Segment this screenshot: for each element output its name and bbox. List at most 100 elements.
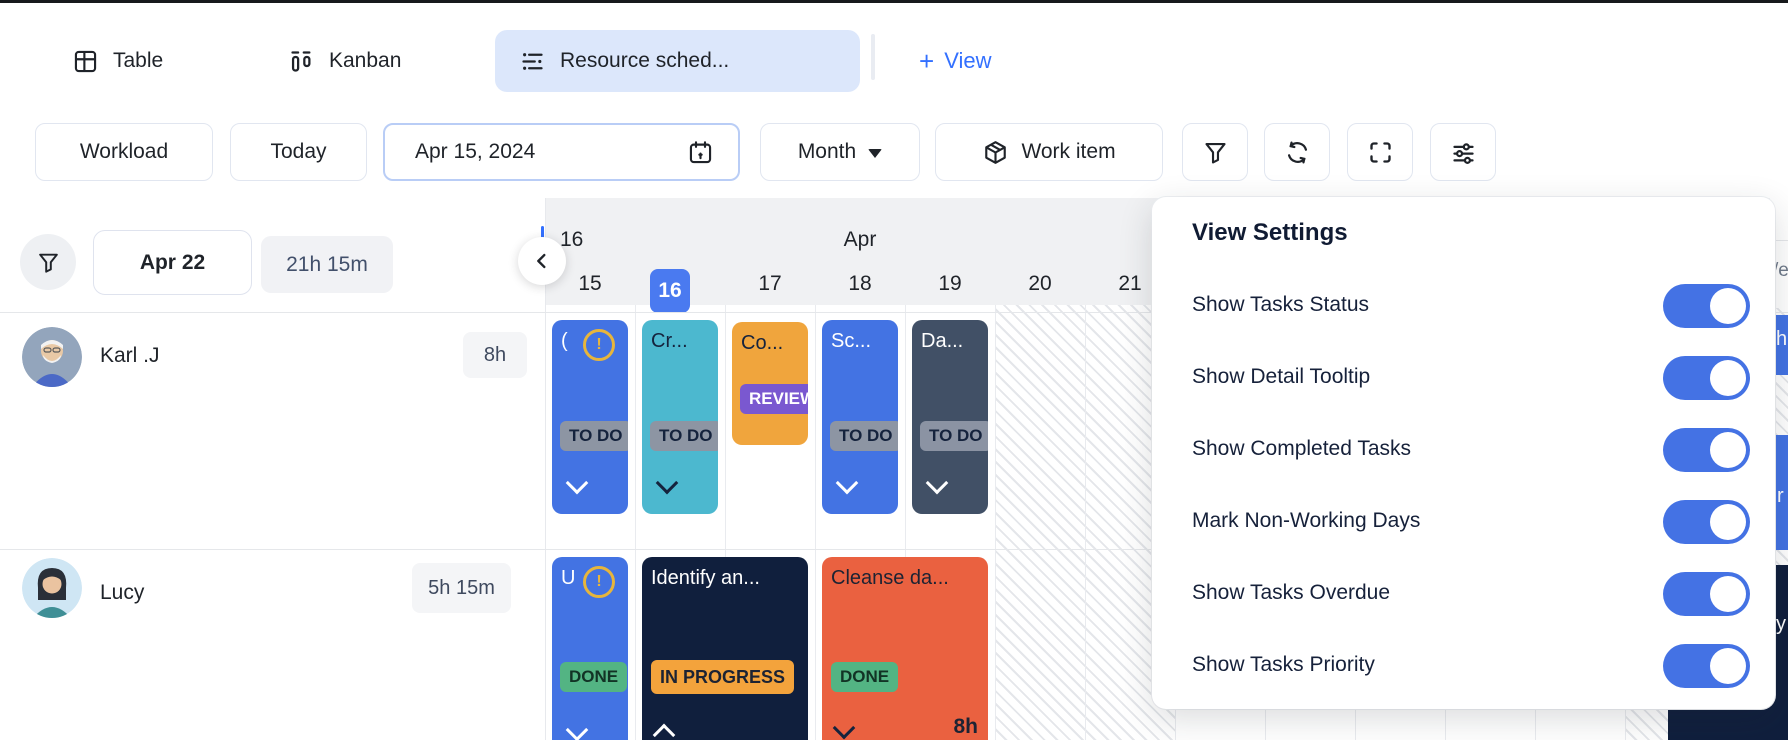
overdue-warning-icon: ! — [583, 329, 615, 361]
expand-chevron-icon[interactable] — [566, 719, 589, 740]
resource-name: Karl .J — [100, 344, 160, 368]
range-selector-value: Month — [798, 140, 856, 164]
toggle-knob — [1710, 504, 1746, 540]
day-label-20[interactable]: 20 — [995, 272, 1085, 296]
task-title: Identify an... — [651, 567, 760, 590]
expand-chevron-icon[interactable] — [833, 717, 856, 740]
task-card[interactable]: Identify an... IN PROGRESS — [642, 557, 808, 740]
task-title: r — [1777, 485, 1784, 508]
view-settings-button[interactable] — [1430, 123, 1496, 181]
edge-text-fragment: /e — [1773, 260, 1788, 282]
add-view-button[interactable]: + View — [905, 30, 1005, 92]
status-badge: DONE — [831, 662, 898, 692]
grid-line — [635, 305, 636, 740]
priority-badge: REVIEW — [740, 384, 808, 414]
week-jump-button[interactable]: Apr 22 — [93, 230, 252, 295]
resource-schedule-icon — [519, 48, 546, 75]
work-item-button[interactable]: Work item — [935, 123, 1163, 181]
task-title: y — [1776, 613, 1786, 636]
toggle-show-tasks-status[interactable] — [1663, 284, 1750, 328]
grid-line — [1085, 305, 1086, 740]
overdue-warning-icon: ! — [583, 566, 615, 598]
collapse-panel-button[interactable] — [518, 237, 566, 285]
today-label: Today — [270, 140, 326, 164]
avatar-lucy[interactable] — [22, 558, 82, 618]
day-label-17[interactable]: 17 — [725, 272, 815, 296]
expand-chevron-icon[interactable] — [566, 472, 589, 495]
toggle-show-tasks-priority[interactable] — [1663, 644, 1750, 688]
resource-scheduler-app: Table Kanban Resource sched... + View Wo… — [0, 0, 1788, 740]
total-hours-badge: 21h 15m — [261, 236, 393, 293]
refresh-icon — [1284, 139, 1311, 166]
chevron-left-icon — [531, 250, 553, 272]
tab-resource-schedule[interactable]: Resource sched... — [495, 30, 860, 92]
toggle-knob — [1710, 648, 1746, 684]
task-title: Co... — [741, 332, 783, 355]
status-badge: TO DO — [560, 421, 628, 451]
task-card[interactable]: Cr... TO DO — [642, 320, 718, 514]
toggle-knob — [1710, 288, 1746, 324]
tab-table[interactable]: Table — [48, 30, 187, 92]
task-title: Cleanse da... — [831, 567, 949, 590]
task-card[interactable]: Cleanse da... DONE 8h — [822, 557, 988, 740]
filter-button[interactable] — [1182, 123, 1248, 181]
day-label-19[interactable]: 19 — [905, 272, 995, 296]
kanban-icon — [288, 48, 315, 75]
setting-label-show-tasks-status: Show Tasks Status — [1192, 293, 1369, 317]
day-label-16-selected[interactable]: 16 — [650, 269, 690, 313]
setting-label-show-detail-tooltip: Show Detail Tooltip — [1192, 365, 1370, 389]
expand-chevron-icon[interactable] — [836, 472, 859, 495]
toggle-mark-non-working-days[interactable] — [1663, 500, 1750, 544]
grid-line — [815, 305, 816, 740]
toggle-show-completed-tasks[interactable] — [1663, 428, 1750, 472]
status-badge: TO DO — [650, 421, 718, 451]
avatar-lucy-image — [22, 558, 82, 618]
expand-chevron-icon[interactable] — [926, 472, 949, 495]
expand-chevron-icon[interactable] — [656, 472, 679, 495]
task-title: U — [561, 567, 575, 590]
add-view-label: View — [944, 48, 991, 74]
sliders-icon — [1450, 139, 1477, 166]
workload-button[interactable]: Workload — [35, 123, 213, 181]
task-card[interactable]: Co... REVIEW — [732, 322, 808, 445]
task-title: ( — [561, 330, 568, 353]
today-button[interactable]: Today — [230, 123, 367, 181]
work-item-label: Work item — [1021, 140, 1115, 164]
calendar-icon — [687, 139, 714, 166]
chevron-down-icon — [868, 149, 882, 158]
task-card[interactable]: Da... TO DO — [912, 320, 988, 514]
task-card[interactable]: ( ! TO DO — [552, 320, 628, 514]
window-top-edge — [0, 0, 1788, 3]
status-badge: DONE — [560, 662, 627, 692]
task-card[interactable]: Sc... TO DO — [822, 320, 898, 514]
view-settings-popover: View Settings Show Tasks Status Show Det… — [1152, 197, 1775, 709]
tab-resource-schedule-label: Resource sched... — [560, 49, 729, 73]
avatar-karl[interactable] — [22, 327, 82, 387]
plus-icon: + — [919, 48, 934, 74]
work-item-cube-icon — [982, 139, 1009, 166]
setting-label-show-tasks-priority: Show Tasks Priority — [1192, 653, 1375, 677]
avatar-karl-image — [22, 327, 82, 387]
date-picker[interactable]: Apr 15, 2024 — [383, 123, 740, 181]
task-title: Cr... — [651, 330, 688, 353]
toggle-knob — [1710, 360, 1746, 396]
resource-filter-button[interactable] — [20, 234, 76, 290]
task-card[interactable]: U ! DONE — [552, 557, 628, 740]
status-badge: TO DO — [830, 421, 898, 451]
refresh-button[interactable] — [1264, 123, 1330, 181]
task-title: Da... — [921, 330, 963, 353]
workload-label: Workload — [80, 140, 168, 164]
toggle-show-tasks-overdue[interactable] — [1663, 572, 1750, 616]
range-selector[interactable]: Month — [760, 123, 920, 181]
toggle-show-detail-tooltip[interactable] — [1663, 356, 1750, 400]
toggle-knob — [1710, 576, 1746, 612]
fullscreen-button[interactable] — [1347, 123, 1413, 181]
task-hours: 8h — [953, 715, 978, 739]
tab-kanban[interactable]: Kanban — [264, 30, 425, 92]
setting-label-show-tasks-overdue: Show Tasks Overdue — [1192, 581, 1390, 605]
grid-line — [995, 305, 996, 740]
tab-table-label: Table — [113, 49, 163, 73]
collapse-chevron-icon[interactable] — [653, 724, 676, 740]
table-icon — [72, 48, 99, 75]
day-label-18[interactable]: 18 — [815, 272, 905, 296]
